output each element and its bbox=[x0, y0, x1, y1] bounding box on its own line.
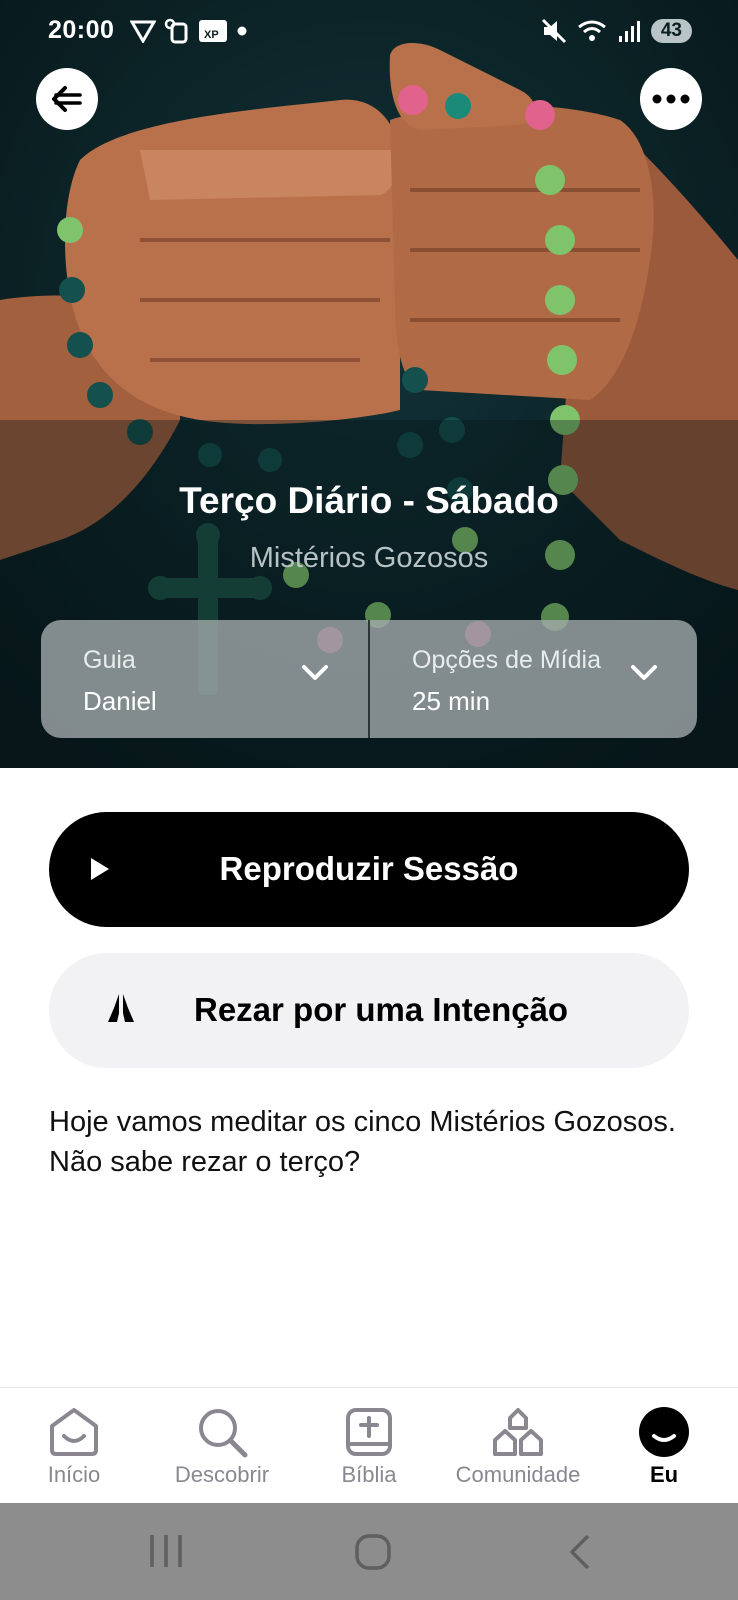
system-navigation-bar bbox=[0, 1503, 738, 1600]
chevron-down-icon bbox=[302, 665, 328, 680]
more-options-button[interactable] bbox=[640, 68, 702, 130]
search-icon bbox=[199, 1409, 248, 1458]
battery-level: 43 bbox=[650, 19, 692, 43]
nav-label-bible: Bíblia bbox=[341, 1462, 397, 1487]
guide-value: Daniel bbox=[83, 686, 157, 716]
back-system-icon[interactable] bbox=[566, 1533, 592, 1571]
pray-intention-label: Rezar por uma Intenção bbox=[194, 991, 569, 1028]
bottom-navigation: Início Descobrir Bíblia Comunidade Eu bbox=[0, 1387, 738, 1504]
nav-label-community: Comunidade bbox=[455, 1462, 581, 1487]
profile-icon bbox=[639, 1407, 689, 1457]
nav-item-home[interactable]: Início bbox=[4, 1388, 144, 1504]
system-icons: 43 bbox=[541, 18, 692, 44]
pray-intention-button[interactable]: Rezar por uma Intenção bbox=[49, 953, 689, 1068]
nav-item-community[interactable]: Comunidade bbox=[448, 1388, 588, 1504]
signal-icon bbox=[618, 21, 640, 42]
dot-icon bbox=[237, 26, 247, 36]
status-time: 20:00 bbox=[48, 16, 115, 44]
bible-icon bbox=[346, 1408, 392, 1456]
chevron-down-icon bbox=[631, 665, 657, 680]
sim-icon bbox=[164, 18, 188, 44]
nav-item-profile[interactable]: Eu bbox=[594, 1388, 734, 1504]
play-session-label: Reproduzir Sessão bbox=[219, 850, 519, 887]
nav-item-discover[interactable]: Descobrir bbox=[152, 1388, 292, 1504]
session-title: Terço Diário - Sábado bbox=[179, 480, 559, 521]
media-options-selector[interactable]: Opções de Mídia 25 min bbox=[370, 620, 696, 738]
xp-app-icon: XP bbox=[199, 20, 227, 42]
media-label: Opções de Mídia bbox=[412, 646, 601, 674]
nav-item-bible[interactable]: Bíblia bbox=[299, 1388, 439, 1504]
media-value: 25 min bbox=[412, 686, 491, 716]
play-session-button[interactable]: Reproduzir Sessão bbox=[49, 812, 689, 927]
nav-label-home: Início bbox=[47, 1462, 101, 1487]
wifi-icon bbox=[577, 20, 606, 41]
nav-label-discover: Descobrir bbox=[174, 1462, 270, 1487]
nav-label-profile: Eu bbox=[649, 1462, 679, 1487]
praying-hands-icon bbox=[108, 994, 134, 1022]
community-icon bbox=[493, 1408, 543, 1456]
home-system-icon[interactable] bbox=[354, 1533, 392, 1571]
session-options: Guia Daniel Opções de Mídia 25 min bbox=[41, 620, 697, 738]
session-subtitle: Mistérios Gozosos bbox=[249, 542, 489, 574]
hero-image: 20:00 XP 43 Terço Diário - Sábado Mistér… bbox=[0, 0, 738, 768]
more-horizontal-icon bbox=[652, 94, 690, 104]
notification-icons: XP bbox=[130, 18, 248, 44]
back-button[interactable] bbox=[36, 68, 98, 130]
svg-text:XP: XP bbox=[204, 29, 219, 41]
status-bar: 20:00 XP 43 bbox=[0, 0, 738, 66]
arrow-left-icon bbox=[52, 86, 82, 112]
home-icon bbox=[50, 1408, 98, 1456]
recent-apps-icon[interactable] bbox=[148, 1533, 184, 1569]
guide-label: Guia bbox=[83, 646, 136, 674]
vpn-icon bbox=[130, 20, 156, 43]
session-description: Hoje vamos meditar os cinco Mistérios Go… bbox=[49, 1106, 676, 1178]
mute-icon bbox=[541, 18, 566, 44]
guide-selector[interactable]: Guia Daniel bbox=[41, 620, 367, 738]
